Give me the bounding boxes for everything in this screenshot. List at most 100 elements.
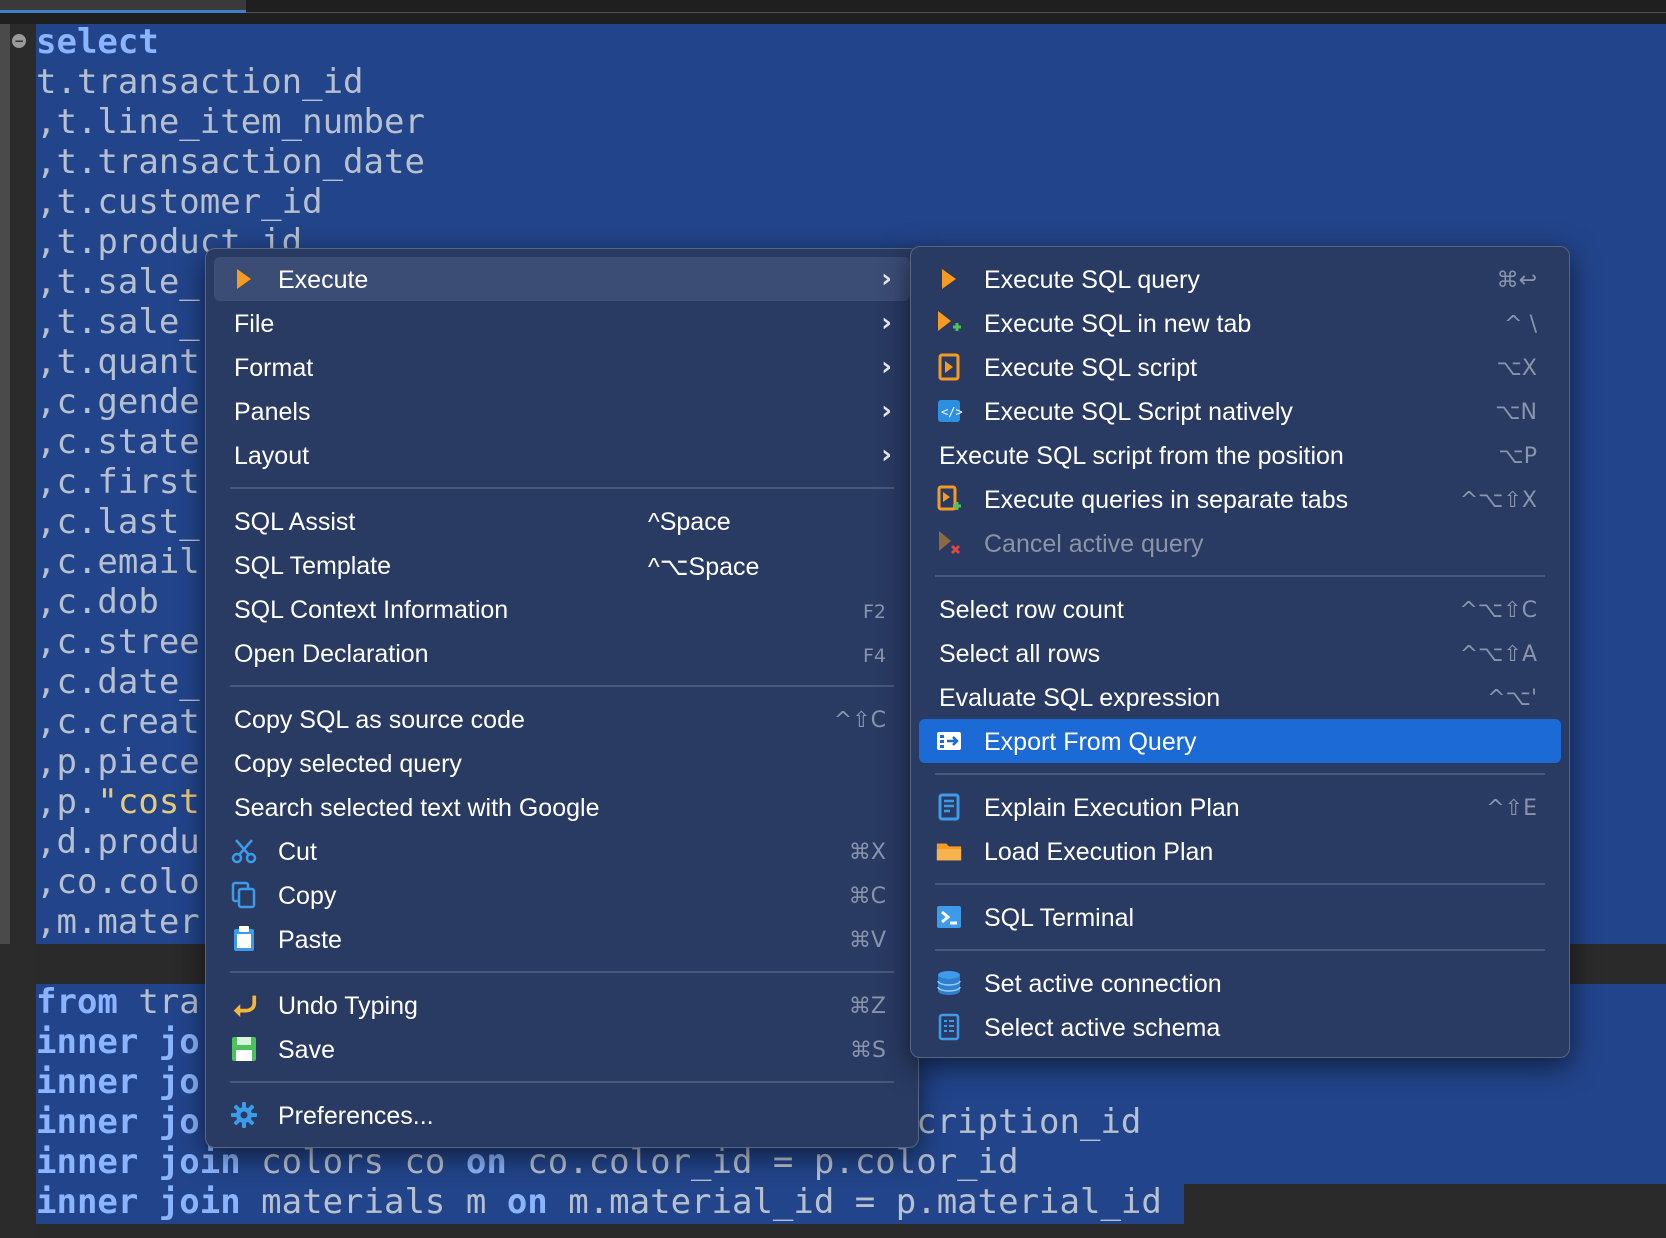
sql-string: "cost" (97, 782, 221, 822)
chevron-right-icon: › (881, 352, 892, 382)
submenu-item-execute-sql-script-from-the-position[interactable]: Execute SQL script from the position ⌥P (919, 433, 1561, 477)
menu-item-save[interactable]: Save ⌘S (214, 1027, 910, 1071)
menu-item-sql-context-information[interactable]: SQL Context Information F2 (214, 587, 910, 631)
shortcut-label: ⌘↩ (1496, 268, 1537, 293)
menu-item-undo-typing[interactable]: Undo Typing ⌘Z (214, 983, 910, 1027)
fold-collapse-icon[interactable]: − (12, 34, 26, 48)
submenu-item-execute-sql-script[interactable]: Execute SQL script ⌥X (919, 345, 1561, 389)
sql-token: materials m (240, 1182, 507, 1222)
menu-item-copy[interactable]: Copy ⌘C (214, 873, 910, 917)
shortcut-label: ^⌥⇧C (1459, 598, 1537, 623)
code-line[interactable]: inner join materials m on m.material_id … (36, 1182, 1162, 1222)
chevron-right-icon: › (881, 440, 892, 470)
tab-bar-divider (246, 12, 1666, 13)
submenu-item-select-all-rows[interactable]: Select all rows ^⌥⇧A (919, 631, 1561, 675)
shortcut-label: ^⌥⇧A (1459, 642, 1537, 667)
sql-token: ,t.quant (36, 342, 200, 382)
folder-icon (935, 837, 963, 865)
editor-gutter: − (0, 24, 36, 1238)
menu-item-label: Select all rows (939, 640, 1101, 668)
sql-keyword: on (506, 1182, 548, 1222)
submenu-item-set-active-connection[interactable]: Set active connection (919, 961, 1561, 1005)
menu-item-execute[interactable]: Execute › (214, 257, 910, 301)
menu-item-format[interactable]: Format › (214, 345, 910, 389)
sql-token: ,c.creat (36, 702, 200, 742)
chevron-right-icon: › (881, 396, 892, 426)
chevron-right-icon: › (881, 308, 892, 338)
menu-item-label: Execute (278, 266, 369, 294)
sql-token: ,c.state (36, 422, 200, 462)
code-line[interactable]: select (36, 22, 1162, 62)
submenu-item-select-active-schema[interactable]: Select active schema (919, 1005, 1561, 1049)
submenu-item-execute-queries-in-separate-tabs[interactable]: Execute queries in separate tabs ^⌥⇧X (919, 477, 1561, 521)
menu-item-copy-sql-as-source-code[interactable]: Copy SQL as source code ^⇧C (214, 697, 910, 741)
scissors-icon (230, 837, 258, 865)
menu-separator (230, 971, 894, 973)
sql-keyword: inner jo (36, 1022, 200, 1062)
sql-token: ,co.colo (36, 862, 200, 902)
execute-tabs-icon (935, 485, 963, 513)
menu-separator (230, 685, 894, 687)
sql-keyword: select (36, 22, 159, 62)
sql-token: ,c.email (36, 542, 200, 582)
submenu-item-execute-sql-script-natively[interactable]: </> Execute SQL Script natively ⌥N (919, 389, 1561, 433)
menu-item-label: Set active connection (984, 970, 1222, 998)
menu-item-label: Execute SQL query (984, 266, 1200, 294)
sql-token: ,c.last_ (36, 502, 200, 542)
shortcut-label: ^⌥' (1487, 686, 1537, 711)
undo-icon (230, 991, 258, 1019)
sql-token: ,p. (36, 782, 98, 822)
sql-token: ,t.line_item_number (36, 102, 425, 142)
menu-item-file[interactable]: File › (214, 301, 910, 345)
menu-item-preferences[interactable]: Preferences... (214, 1093, 910, 1137)
menu-item-cut[interactable]: Cut ⌘X (214, 829, 910, 873)
submenu-item-explain-execution-plan[interactable]: Explain Execution Plan ^⇧E (919, 785, 1561, 829)
save-icon (230, 1035, 258, 1063)
sql-token: ,c.date_ (36, 662, 200, 702)
execute-native-icon: </> (935, 397, 963, 425)
menu-item-sql-assist[interactable]: SQL Assist ^Space (214, 499, 910, 543)
code-line[interactable]: ,t.customer_id (36, 182, 1162, 222)
sql-token: ,c.first (36, 462, 200, 502)
menu-item-label: Execute SQL Script natively (984, 398, 1293, 426)
execute-arrow-icon (230, 265, 258, 293)
shortcut-label: ^⌥Space (648, 553, 760, 581)
code-line[interactable]: inner join colors co on co.color_id = p.… (36, 1142, 1162, 1182)
menu-item-label: Execute SQL script from the position (939, 442, 1344, 470)
menu-item-sql-template[interactable]: SQL Template ^⌥Space (214, 543, 910, 587)
code-line[interactable]: t.transaction_id (36, 62, 1162, 102)
menu-item-label: Select row count (939, 596, 1124, 624)
submenu-item-select-row-count[interactable]: Select row count ^⌥⇧C (919, 587, 1561, 631)
copy-icon (230, 881, 258, 909)
submenu-item-execute-sql-in-new-tab[interactable]: Execute SQL in new tab ^ \ (919, 301, 1561, 345)
code-line[interactable]: ,t.transaction_date (36, 142, 1162, 182)
sql-token: ,p.piece (36, 742, 200, 782)
editor-tab-bar (0, 0, 1666, 24)
menu-item-label: Panels (234, 398, 311, 426)
submenu-item-export-from-query[interactable]: Export From Query (919, 719, 1561, 763)
sql-token: t.transaction_id (36, 62, 364, 102)
menu-item-label: SQL Terminal (984, 904, 1135, 932)
menu-item-search-selected-text-with-google[interactable]: Search selected text with Google (214, 785, 910, 829)
menu-item-label: Evaluate SQL expression (939, 684, 1221, 712)
menu-item-label: File (234, 310, 275, 338)
submenu-item-evaluate-sql-expression[interactable]: Evaluate SQL expression ^⌥' (919, 675, 1561, 719)
menu-item-open-declaration[interactable]: Open Declaration F4 (214, 631, 910, 675)
cancel-query-icon (935, 529, 963, 557)
code-line[interactable]: ,t.line_item_number (36, 102, 1162, 142)
sql-keyword: inner jo (36, 1102, 200, 1142)
menu-item-copy-selected-query[interactable]: Copy selected query (214, 741, 910, 785)
menu-item-paste[interactable]: Paste ⌘V (214, 917, 910, 961)
editor-tab[interactable] (0, 0, 246, 13)
submenu-item-sql-terminal[interactable]: SQL Terminal (919, 895, 1561, 939)
submenu-item-load-execution-plan[interactable]: Load Execution Plan (919, 829, 1561, 873)
menu-item-panels[interactable]: Panels › (214, 389, 910, 433)
menu-item-layout[interactable]: Layout › (214, 433, 910, 477)
sql-token: ,t.transaction_date (36, 142, 425, 182)
sql-token: ,t.customer_id (36, 182, 323, 222)
shortcut-label: ^Space (648, 508, 731, 536)
execute-script-icon (935, 353, 963, 381)
shortcut-label: ⌘C (848, 884, 886, 909)
execute-arrow-icon (935, 265, 963, 293)
submenu-item-execute-sql-query[interactable]: Execute SQL query ⌘↩ (919, 257, 1561, 301)
